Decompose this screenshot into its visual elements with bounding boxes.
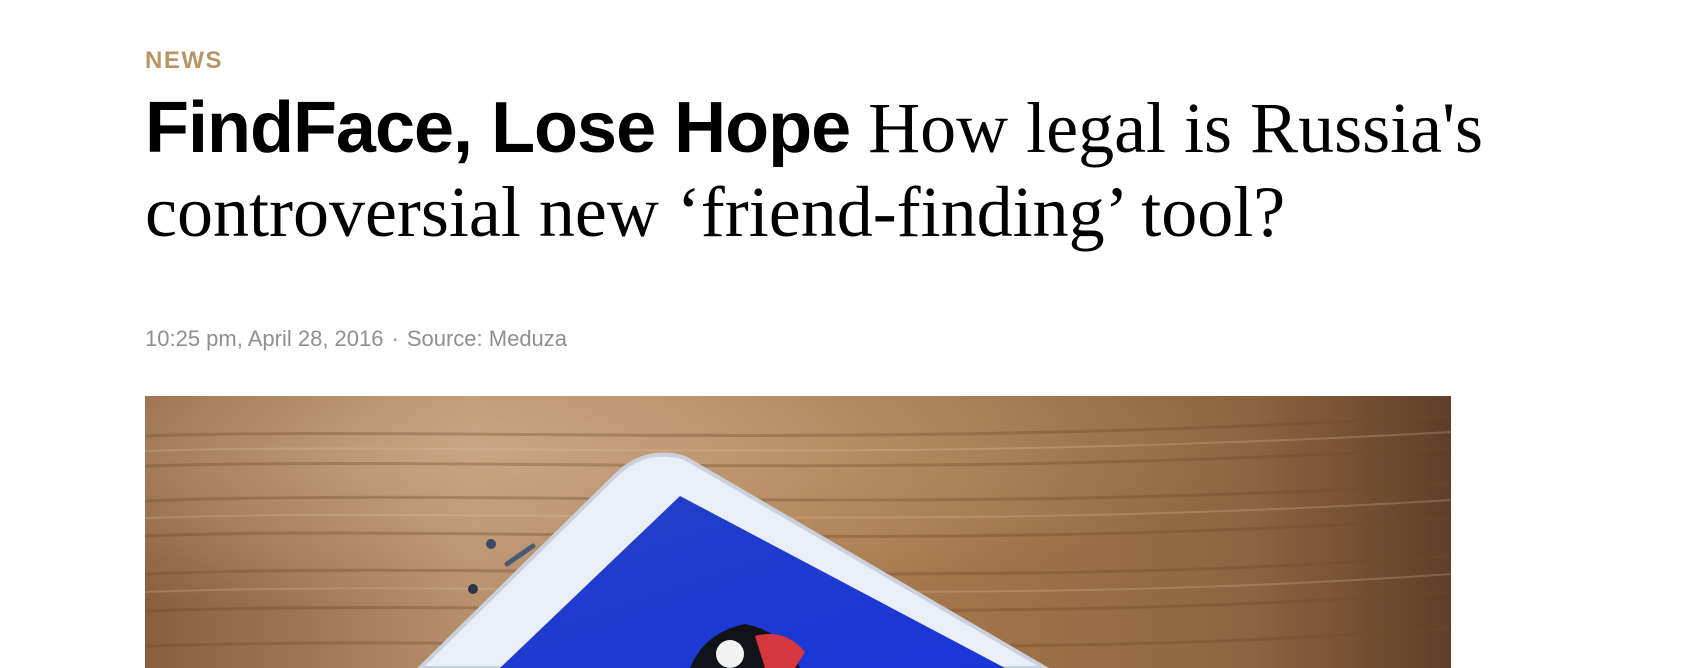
article-meta: 10:25 pm, April 28, 2016 · Source: Meduza [145, 326, 567, 352]
headline-first: FindFace, Lose Hope [145, 88, 851, 168]
headline: FindFace, Lose Hope How legal is Russia'… [145, 86, 1595, 254]
publish-datetime: 10:25 pm, April 28, 2016 [145, 326, 384, 351]
meta-separator: · [391, 326, 399, 351]
rubric-label[interactable]: NEWS [145, 47, 223, 75]
hero-image [145, 396, 1451, 668]
source-label[interactable]: Source: Meduza [407, 326, 567, 351]
phone-on-table-photo [145, 396, 1451, 668]
